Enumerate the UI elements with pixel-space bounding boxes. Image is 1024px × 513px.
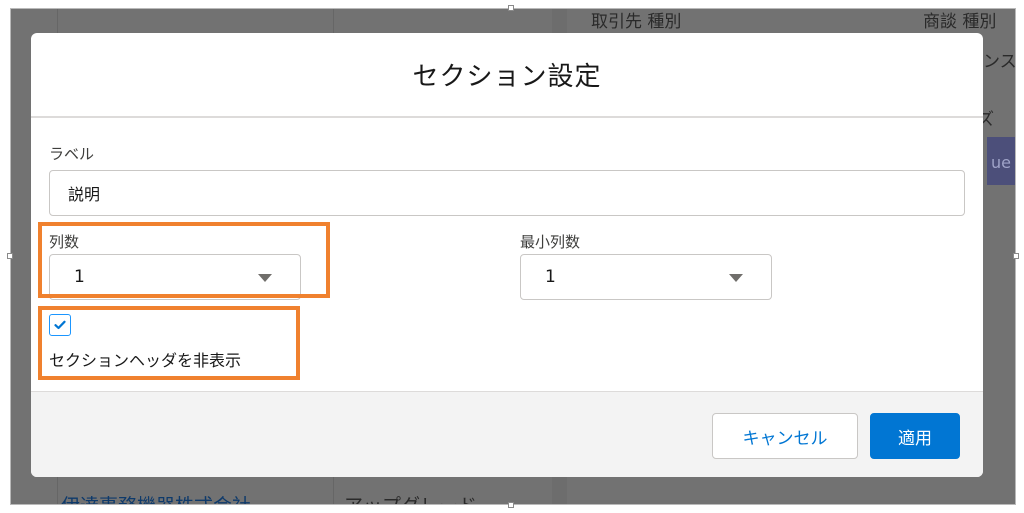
label-input[interactable]: [49, 170, 965, 216]
chevron-down-icon: [729, 274, 743, 282]
background-column-header: 商談 種別: [923, 12, 997, 32]
background-cell-text: アップグレード: [344, 491, 477, 504]
modal-footer: キャンセル 適用: [31, 391, 983, 477]
background-cell-text: ンス: [983, 52, 1016, 72]
annotation-highlight-columns: [38, 222, 330, 298]
cancel-button[interactable]: キャンセル: [712, 413, 858, 459]
min-columns-select-value: 1: [545, 267, 556, 287]
modal-title: セクション設定: [412, 62, 602, 92]
modal-header: セクション設定: [31, 33, 983, 118]
resize-handle[interactable]: [1013, 253, 1019, 259]
label-field-label: ラベル: [49, 145, 95, 163]
resize-handle[interactable]: [508, 5, 514, 11]
min-columns-select[interactable]: 1: [520, 254, 772, 300]
annotation-highlight-checkbox: [38, 306, 300, 380]
background-column-header: 取引先 種別: [591, 12, 682, 32]
background-chip-text: ue: [991, 153, 1011, 172]
screenshot: 取引先 種別 商談 種別 ンス ズ ue 伊達事務機器株式会社 アップグレード …: [0, 0, 1024, 513]
min-columns-field-label: 最小列数: [520, 233, 581, 251]
resize-handle[interactable]: [7, 253, 13, 259]
resize-handle[interactable]: [508, 502, 514, 508]
background-account-link: 伊達事務機器株式会社: [61, 491, 251, 504]
apply-button[interactable]: 適用: [870, 413, 960, 459]
